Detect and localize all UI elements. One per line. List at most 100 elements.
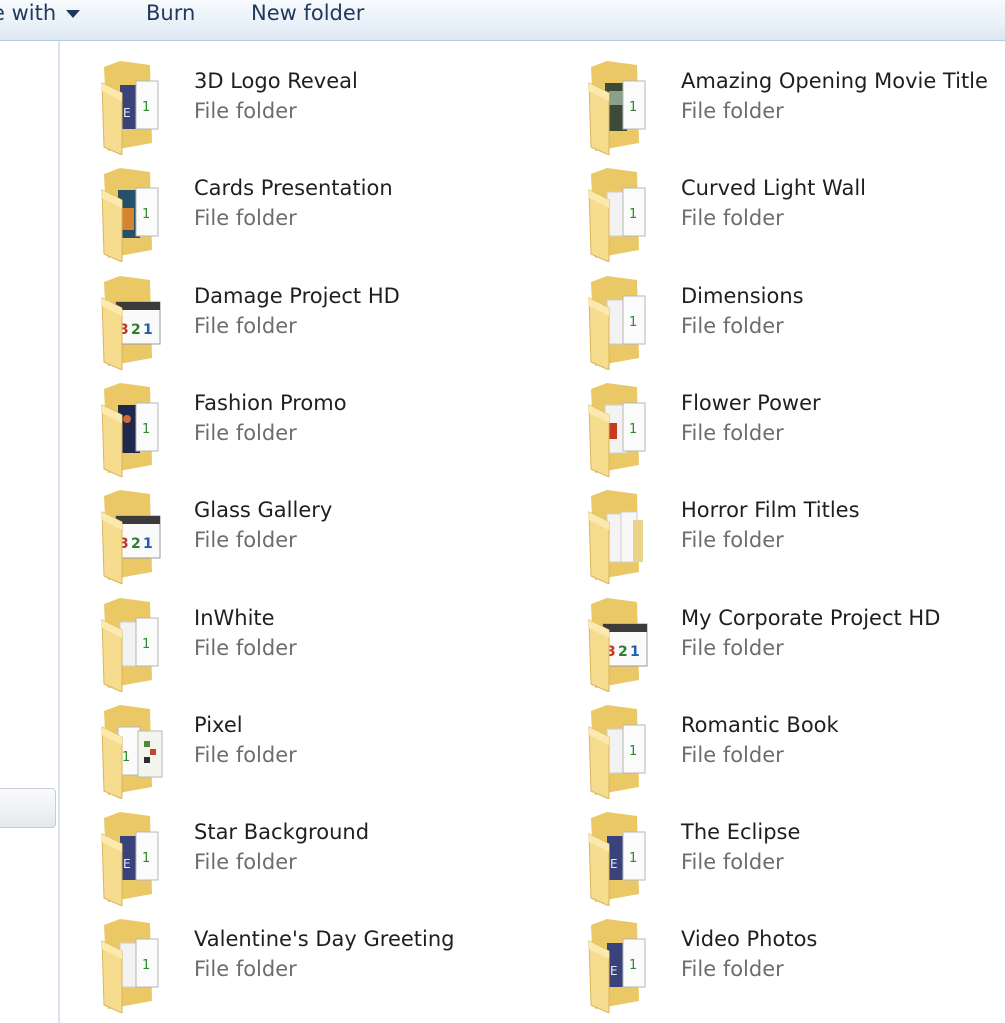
folder-type: File folder	[194, 850, 297, 874]
svg-text:1: 1	[122, 750, 130, 765]
folder-item[interactable]: 1 Flower Power File folder	[587, 379, 1005, 477]
folder-icon: 1	[587, 379, 663, 477]
svg-text:1: 1	[629, 851, 637, 866]
folder-icon: 321	[100, 272, 176, 370]
folder-icon: E1	[100, 57, 176, 155]
folder-name: Horror Film Titles	[681, 498, 860, 522]
folder-icon: 1	[100, 915, 176, 1013]
folder-type: File folder	[681, 99, 784, 123]
folder-item[interactable]: 1 Pixel File folder	[100, 701, 520, 799]
folder-type: File folder	[681, 528, 784, 552]
folder-item[interactable]: 1 Romantic Book File folder	[587, 701, 1005, 799]
new-folder-button[interactable]: New folder	[251, 0, 364, 28]
folder-icon	[587, 486, 663, 584]
folder-icon: E1	[587, 808, 663, 906]
folder-item[interactable]: 3 2 1 My Corporate Project HD File folder	[587, 594, 1005, 692]
folder-type: File folder	[194, 421, 297, 445]
share-with-label: e with	[0, 1, 57, 25]
svg-text:E: E	[123, 106, 131, 120]
folder-name: 3D Logo Reveal	[194, 69, 358, 93]
svg-text:1: 1	[143, 536, 153, 552]
folder-name: The Eclipse	[681, 820, 801, 844]
navigation-pane-scroll-thumb[interactable]	[0, 788, 56, 828]
folder-type: File folder	[194, 206, 297, 230]
folder-name: Flower Power	[681, 391, 821, 415]
folder-item[interactable]: 1 Curved Light Wall File folder	[587, 164, 1005, 262]
folder-type: File folder	[194, 99, 297, 123]
folder-item[interactable]: 1 Dimensions File folder	[587, 272, 1005, 370]
svg-text:1: 1	[629, 422, 637, 437]
folder-name: Pixel	[194, 713, 243, 737]
folder-name: InWhite	[194, 606, 275, 630]
folder-type: File folder	[194, 636, 297, 660]
folder-icon: E1	[587, 915, 663, 1013]
folder-item[interactable]: 1 Valentine's Day Greeting File folder	[100, 915, 520, 1013]
folder-type: File folder	[194, 957, 297, 981]
folder-icon: 1	[100, 379, 176, 477]
folder-type: File folder	[681, 421, 784, 445]
folder-name: My Corporate Project HD	[681, 606, 941, 630]
folder-item[interactable]: E 1 The Eclipse File folder	[587, 808, 1005, 906]
svg-text:1: 1	[629, 207, 637, 222]
folder-item[interactable]: E 1 Star Background File folder	[100, 808, 520, 906]
folder-icon: 1	[100, 594, 176, 692]
folder-item[interactable]: Horror Film Titles File folder	[587, 486, 1005, 584]
svg-text:2: 2	[131, 536, 141, 552]
svg-text:2: 2	[618, 644, 628, 660]
folder-icon: 321	[100, 486, 176, 584]
folder-name: Cards Presentation	[194, 176, 393, 200]
svg-text:2: 2	[131, 322, 141, 338]
svg-text:E: E	[610, 857, 618, 871]
folder-item[interactable]: 1 Amazing Opening Movie Title File folder	[587, 57, 1005, 155]
svg-text:1: 1	[142, 207, 150, 222]
folder-item[interactable]: 1 InWhite File folder	[100, 594, 520, 692]
folder-icon: 1	[587, 701, 663, 799]
folder-name: Star Background	[194, 820, 370, 844]
folder-type: File folder	[681, 850, 784, 874]
svg-text:E: E	[610, 964, 618, 978]
folder-icon: 321	[587, 594, 663, 692]
svg-text:1: 1	[143, 322, 153, 338]
folder-type: File folder	[681, 314, 784, 338]
share-with-button[interactable]: e with	[0, 0, 81, 28]
folder-type: File folder	[681, 636, 784, 660]
navigation-pane	[0, 41, 60, 1023]
svg-text:E: E	[123, 857, 131, 871]
svg-text:1: 1	[142, 100, 150, 115]
dropdown-arrow-icon	[66, 10, 81, 18]
folder-name: Curved Light Wall	[681, 176, 867, 200]
svg-text:1: 1	[142, 422, 150, 437]
folder-item[interactable]: 1 Fashion Promo File folder	[100, 379, 520, 477]
folder-name: Damage Project HD	[194, 284, 400, 308]
svg-text:1: 1	[630, 644, 640, 660]
burn-button[interactable]: Burn	[146, 0, 195, 28]
folder-type: File folder	[681, 957, 784, 981]
folder-name: Amazing Opening Movie Title	[681, 69, 988, 93]
folder-icon: 1	[100, 701, 176, 799]
folder-item[interactable]: 3 2 1 Damage Project HD File folder	[100, 272, 520, 370]
folder-name: Romantic Book	[681, 713, 839, 737]
folder-icon: 1	[587, 164, 663, 262]
svg-text:1: 1	[629, 100, 637, 115]
folder-item[interactable]: 3 2 1 Glass Gallery File folder	[100, 486, 520, 584]
folder-icon: 1	[587, 57, 663, 155]
folder-name: Dimensions	[681, 284, 804, 308]
folder-item[interactable]: E 1 3D Logo Reveal File folder	[100, 57, 520, 155]
folder-type: File folder	[681, 206, 784, 230]
svg-text:1: 1	[142, 958, 150, 973]
svg-text:1: 1	[142, 637, 150, 652]
folder-icon: 1	[587, 272, 663, 370]
command-bar: e with Burn New folder	[0, 0, 1005, 41]
folder-type: File folder	[194, 314, 297, 338]
folder-icon: 1	[100, 164, 176, 262]
folder-item[interactable]: E 1 Video Photos File folder	[587, 915, 1005, 1013]
folder-type: File folder	[194, 743, 297, 767]
svg-text:1: 1	[629, 315, 637, 330]
folder-item[interactable]: 1 Cards Presentation File folder	[100, 164, 520, 262]
svg-text:1: 1	[142, 851, 150, 866]
svg-text:1: 1	[629, 744, 637, 759]
folder-name: Fashion Promo	[194, 391, 347, 415]
folder-type: File folder	[681, 743, 784, 767]
folder-name: Valentine's Day Greeting	[194, 927, 455, 951]
folder-name: Video Photos	[681, 927, 818, 951]
